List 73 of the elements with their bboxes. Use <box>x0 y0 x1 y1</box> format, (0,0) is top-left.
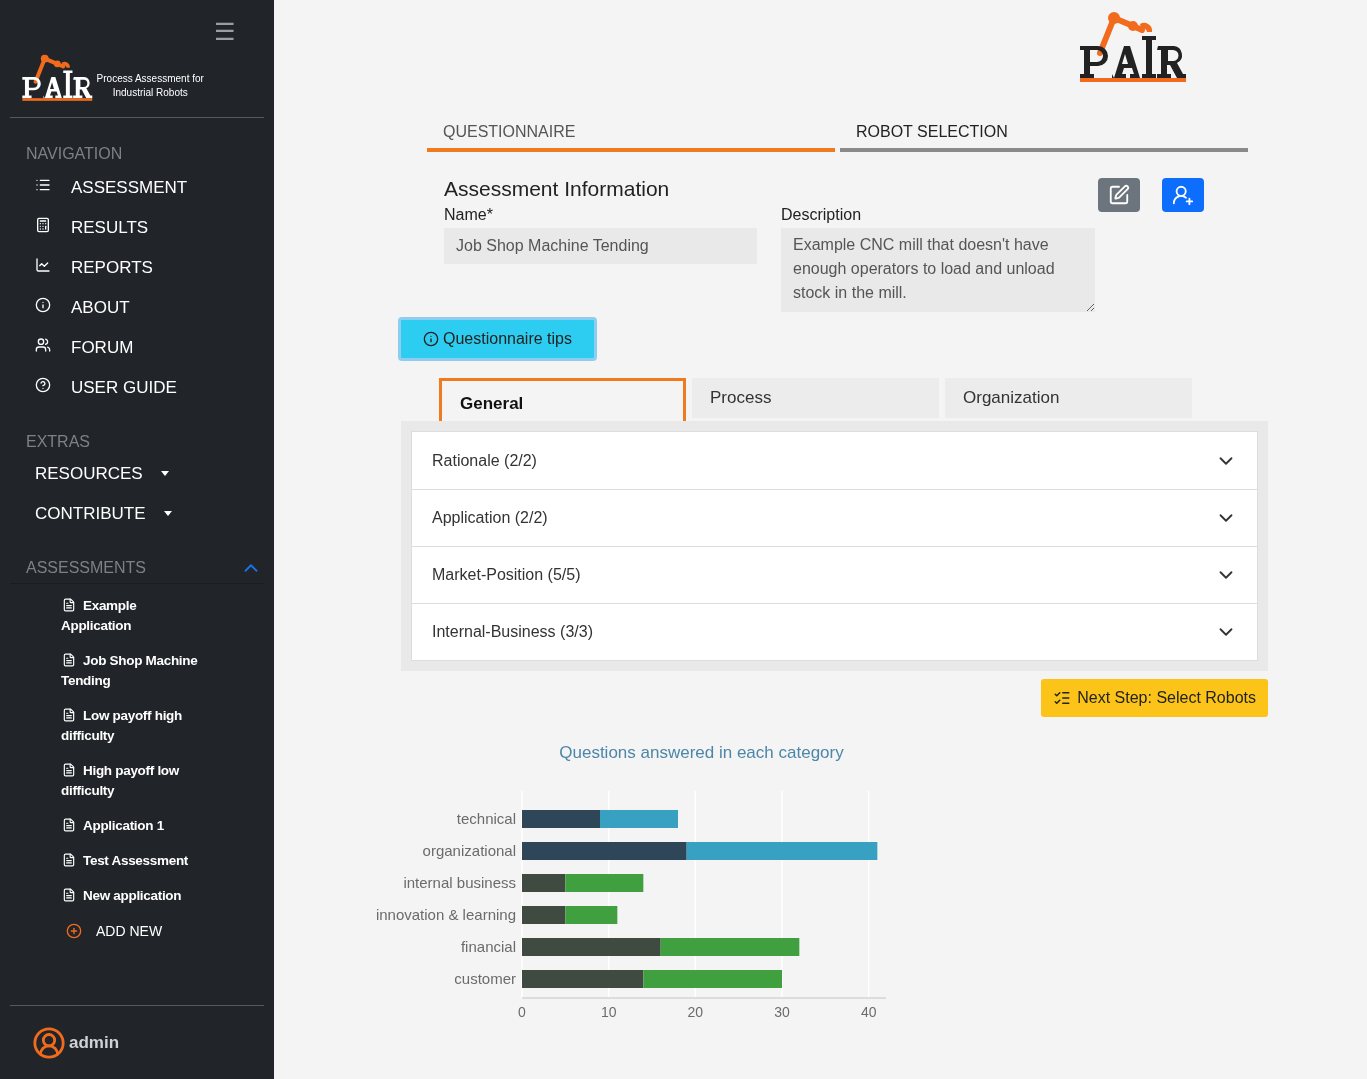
document-icon <box>62 887 76 902</box>
document-icon <box>62 707 76 722</box>
logo-tagline: Process Assessment for Industrial Robots <box>96 71 204 100</box>
menu-icon[interactable]: ☰ <box>214 18 236 46</box>
document-link[interactable]: Low payoff high difficulty <box>61 705 200 746</box>
category-label: customer <box>453 969 516 987</box>
accordion-header[interactable]: Market-Position (5/5) <box>412 546 1257 603</box>
section-title: Assessment Information <box>444 176 670 202</box>
name-input[interactable]: Job Shop Machine Tending <box>444 228 757 264</box>
section-heading: EXTRAS <box>25 431 90 452</box>
document-icon <box>62 762 76 777</box>
accordion-header[interactable]: Rationale (2/2) <box>412 432 1257 489</box>
next-step-button[interactable]: Next Step: Select Robots <box>1041 679 1268 717</box>
question-icon <box>35 376 51 393</box>
caret-icon <box>160 471 169 477</box>
pair-logo-icon <box>21 52 94 101</box>
category-tab[interactable]: General <box>439 378 686 421</box>
add-user-icon <box>1172 184 1194 206</box>
accordion-header[interactable]: Internal-Business (3/3) <box>412 603 1257 660</box>
document-icon <box>62 852 76 867</box>
field-label: Name* <box>444 205 494 225</box>
category-tab[interactable]: Process <box>692 378 939 418</box>
people-icon <box>35 336 51 353</box>
nav-link[interactable]: ABOUT <box>71 295 130 321</box>
plus-circle-icon <box>66 923 82 940</box>
document-icon <box>62 817 76 832</box>
description-input[interactable]: Example CNC mill that doesn't have enough operators to load and unload stock in the mill. <box>781 228 1095 312</box>
nav-link[interactable]: USER GUIDE <box>71 375 177 401</box>
document-icon <box>62 597 76 612</box>
edit-icon <box>1108 184 1130 206</box>
category-label: organizational <box>422 841 516 859</box>
nav-link[interactable]: ASSESSMENT <box>71 175 188 201</box>
info-icon <box>423 331 439 347</box>
section-heading: ASSESSMENTS <box>26 558 147 579</box>
dropdown-link[interactable]: RESOURCES <box>35 453 169 494</box>
document-link[interactable]: Example Application <box>61 595 200 636</box>
field-label: Description <box>781 205 863 225</box>
calculator-icon <box>35 216 51 233</box>
category-tab[interactable]: Organization <box>945 378 1192 418</box>
add-new-link[interactable]: ADD NEW <box>96 920 163 942</box>
axis-tick-label: 20 <box>687 1003 703 1020</box>
document-link[interactable]: Test Assessment <box>61 850 200 871</box>
info-icon <box>35 296 51 313</box>
user-name[interactable]: admin <box>69 1029 120 1056</box>
nav-link[interactable]: RESULTS <box>71 215 149 241</box>
category-label: internal business <box>402 873 516 891</box>
document-link[interactable]: High payoff low difficulty <box>61 760 200 801</box>
accordion-header[interactable]: Application (2/2) <box>412 489 1257 546</box>
axis-tick-label: 10 <box>600 1003 616 1020</box>
chart-title: Questions answered in each category <box>559 742 844 764</box>
tips-button[interactable]: Questionnaire tips <box>398 317 597 361</box>
axis-tick-label: 30 <box>773 1003 790 1020</box>
document-link[interactable]: New application <box>61 885 200 906</box>
step-tab[interactable]: ROBOT SELECTION <box>840 115 1248 152</box>
category-label: innovation & learning <box>375 905 516 923</box>
section-heading: NAVIGATION <box>25 143 123 164</box>
caret-icon <box>163 511 172 517</box>
axis-tick-label: 0 <box>517 1003 526 1020</box>
category-label: financial <box>460 937 516 955</box>
add-user-button[interactable] <box>1162 178 1204 212</box>
category-label: technical <box>456 809 516 827</box>
user-avatar-icon <box>32 1025 66 1060</box>
nav-link[interactable]: FORUM <box>71 335 134 361</box>
dropdown-link[interactable]: CONTRIBUTE <box>35 493 172 534</box>
document-link[interactable]: Job Shop Machine Tending <box>61 650 200 691</box>
axis-tick-label: 40 <box>860 1003 876 1020</box>
checklist-icon <box>1053 689 1072 707</box>
edit-button[interactable] <box>1098 178 1140 212</box>
step-tab[interactable]: QUESTIONNAIRE <box>427 115 835 152</box>
document-icon <box>62 652 76 667</box>
document-link[interactable]: Application 1 <box>61 815 200 836</box>
nav-link[interactable]: REPORTS <box>71 255 153 281</box>
line-chart-icon <box>35 256 51 273</box>
